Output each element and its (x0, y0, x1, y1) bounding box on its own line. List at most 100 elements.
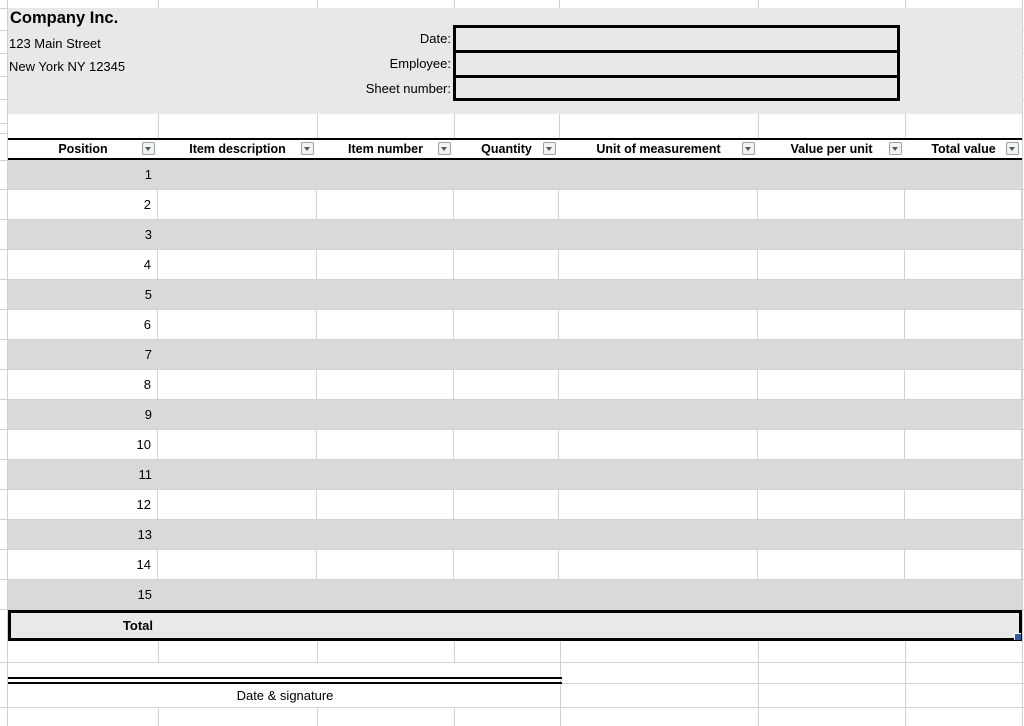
total-value-cell[interactable] (905, 370, 1022, 399)
unit-of-measurement-cell[interactable] (559, 490, 758, 519)
item-description-cell[interactable] (158, 250, 317, 279)
quantity-cell[interactable] (454, 430, 559, 459)
selection-fill-handle[interactable] (1014, 633, 1021, 640)
position-cell[interactable]: 9 (8, 400, 158, 429)
value-per-unit-cell[interactable] (758, 580, 905, 609)
total-value-cell[interactable] (905, 460, 1022, 489)
filter-dropdown-button[interactable] (438, 142, 451, 155)
item-description-cell[interactable] (158, 400, 317, 429)
position-cell[interactable]: 3 (8, 220, 158, 249)
item-number-cell[interactable] (317, 580, 454, 609)
quantity-cell[interactable] (454, 550, 559, 579)
position-cell[interactable]: 8 (8, 370, 158, 399)
item-description-cell[interactable] (158, 430, 317, 459)
column-header-quantity[interactable]: Quantity (454, 140, 559, 158)
column-header-unit-of-measurement[interactable]: Unit of measurement (559, 140, 758, 158)
unit-of-measurement-cell[interactable] (559, 580, 758, 609)
item-description-cell[interactable] (158, 370, 317, 399)
column-header-position[interactable]: Position (8, 140, 158, 158)
quantity-cell[interactable] (454, 190, 559, 219)
quantity-cell[interactable] (454, 250, 559, 279)
item-number-cell[interactable] (317, 220, 454, 249)
value-per-unit-cell[interactable] (758, 520, 905, 549)
unit-of-measurement-cell[interactable] (559, 430, 758, 459)
total-value-cell[interactable] (905, 400, 1022, 429)
position-cell[interactable]: 6 (8, 310, 158, 339)
item-description-cell[interactable] (158, 160, 317, 189)
unit-of-measurement-cell[interactable] (559, 250, 758, 279)
filter-dropdown-button[interactable] (142, 142, 155, 155)
item-number-cell[interactable] (317, 400, 454, 429)
filter-dropdown-button[interactable] (742, 142, 755, 155)
unit-of-measurement-cell[interactable] (559, 310, 758, 339)
unit-of-measurement-cell[interactable] (559, 190, 758, 219)
value-per-unit-cell[interactable] (758, 370, 905, 399)
quantity-cell[interactable] (454, 340, 559, 369)
position-cell[interactable]: 15 (8, 580, 158, 609)
filter-dropdown-button[interactable] (543, 142, 556, 155)
item-number-cell[interactable] (317, 430, 454, 459)
item-number-cell[interactable] (317, 250, 454, 279)
quantity-cell[interactable] (454, 520, 559, 549)
position-cell[interactable]: 12 (8, 490, 158, 519)
item-number-cell[interactable] (317, 190, 454, 219)
employee-input[interactable] (456, 53, 897, 78)
total-value-cell[interactable] (905, 580, 1022, 609)
quantity-cell[interactable] (454, 490, 559, 519)
value-per-unit-cell[interactable] (758, 550, 905, 579)
item-number-cell[interactable] (317, 340, 454, 369)
position-cell[interactable]: 5 (8, 280, 158, 309)
position-cell[interactable]: 13 (8, 520, 158, 549)
item-number-cell[interactable] (317, 310, 454, 339)
position-cell[interactable]: 11 (8, 460, 158, 489)
filter-dropdown-button[interactable] (1006, 142, 1019, 155)
unit-of-measurement-cell[interactable] (559, 460, 758, 489)
value-per-unit-cell[interactable] (758, 220, 905, 249)
unit-of-measurement-cell[interactable] (559, 370, 758, 399)
position-cell[interactable]: 7 (8, 340, 158, 369)
quantity-cell[interactable] (454, 580, 559, 609)
item-description-cell[interactable] (158, 340, 317, 369)
filter-dropdown-button[interactable] (301, 142, 314, 155)
quantity-cell[interactable] (454, 160, 559, 189)
column-header-total-value[interactable]: Total value (905, 140, 1022, 158)
value-per-unit-cell[interactable] (758, 190, 905, 219)
value-per-unit-cell[interactable] (758, 490, 905, 519)
sheet-number-input[interactable] (456, 78, 897, 100)
total-value-cell[interactable] (905, 280, 1022, 309)
total-value-cell[interactable] (905, 250, 1022, 279)
filter-dropdown-button[interactable] (889, 142, 902, 155)
value-per-unit-cell[interactable] (758, 160, 905, 189)
column-header-item-description[interactable]: Item description (158, 140, 317, 158)
total-value-cell[interactable] (905, 340, 1022, 369)
total-value-cell[interactable] (905, 190, 1022, 219)
unit-of-measurement-cell[interactable] (559, 550, 758, 579)
quantity-cell[interactable] (454, 220, 559, 249)
position-cell[interactable]: 4 (8, 250, 158, 279)
item-number-cell[interactable] (317, 550, 454, 579)
item-number-cell[interactable] (317, 370, 454, 399)
item-description-cell[interactable] (158, 220, 317, 249)
value-per-unit-cell[interactable] (758, 400, 905, 429)
position-cell[interactable]: 10 (8, 430, 158, 459)
quantity-cell[interactable] (454, 280, 559, 309)
item-number-cell[interactable] (317, 520, 454, 549)
quantity-cell[interactable] (454, 460, 559, 489)
total-row[interactable]: Total (8, 610, 1022, 641)
quantity-cell[interactable] (454, 370, 559, 399)
unit-of-measurement-cell[interactable] (559, 280, 758, 309)
total-value-cell[interactable] (905, 490, 1022, 519)
unit-of-measurement-cell[interactable] (559, 520, 758, 549)
value-per-unit-cell[interactable] (758, 310, 905, 339)
item-description-cell[interactable] (158, 520, 317, 549)
item-number-cell[interactable] (317, 490, 454, 519)
quantity-cell[interactable] (454, 310, 559, 339)
value-per-unit-cell[interactable] (758, 280, 905, 309)
item-number-cell[interactable] (317, 160, 454, 189)
total-value-cell[interactable] (905, 520, 1022, 549)
quantity-cell[interactable] (454, 400, 559, 429)
date-input[interactable] (456, 28, 897, 53)
value-per-unit-cell[interactable] (758, 460, 905, 489)
position-cell[interactable]: 2 (8, 190, 158, 219)
column-header-value-per-unit[interactable]: Value per unit (758, 140, 905, 158)
